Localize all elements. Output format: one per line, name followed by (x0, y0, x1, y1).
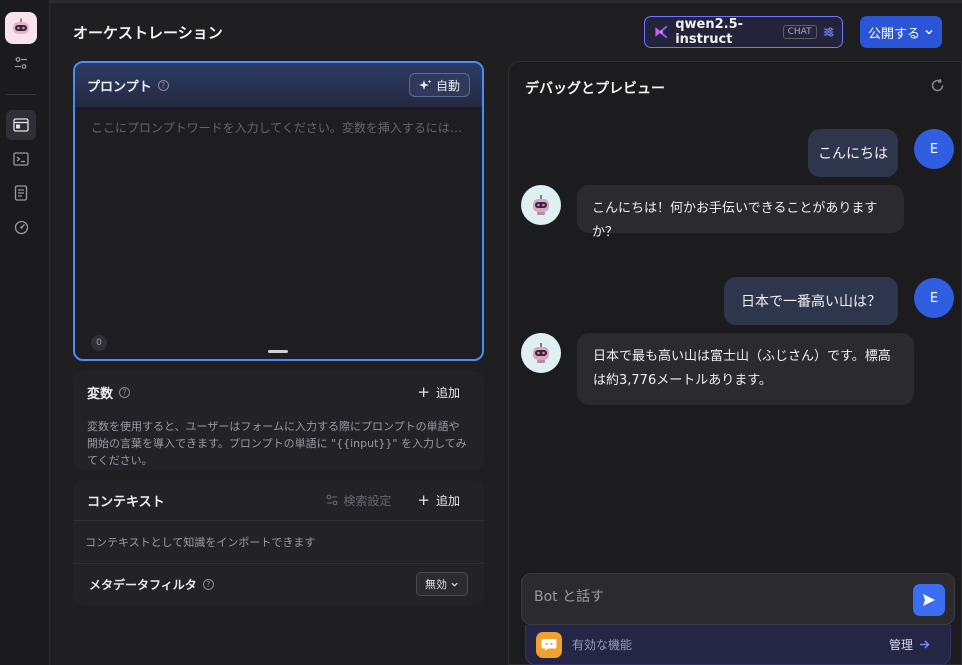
features-label: 有効な機能 (572, 638, 633, 652)
features-icon (536, 631, 562, 658)
chevron-down-icon (925, 30, 933, 35)
model-selector-button[interactable]: qwen2.5-instruct CHAT (644, 16, 843, 48)
metadata-filter-select[interactable]: 無効 (416, 572, 468, 596)
terminal-icon (13, 152, 29, 166)
robot-avatar-icon (533, 343, 549, 363)
prompt-editor-card: プロンプト ? 自動 ここにプロンプトワードを入力してください。変数を挿入するに… (73, 61, 484, 361)
model-provider-icon (655, 25, 668, 39)
message-text: 日本で一番高い山は？ (741, 294, 881, 310)
add-context-button[interactable]: + 追加 (417, 492, 460, 509)
model-name: qwen2.5-instruct (675, 17, 744, 47)
send-icon (923, 594, 935, 606)
debug-title: デバッグとプレビュー (525, 81, 665, 97)
metadata-filter-value: 無効 (425, 578, 447, 591)
left-sidebar (0, 0, 50, 665)
robot-avatar-icon (533, 195, 549, 215)
bot-message: 日本で最も高い山は富士山（ふじさん）です。標高は約3,776メートルあります。 (577, 333, 914, 405)
user-message: 日本で一番高い山は？ (724, 277, 898, 325)
document-list-icon (14, 185, 28, 201)
sidebar-item-api[interactable] (6, 144, 36, 174)
plus-icon: + (417, 383, 430, 401)
prompt-label: プロンプト (87, 79, 152, 95)
resize-handle[interactable] (268, 350, 288, 353)
refresh-icon (931, 78, 944, 92)
sidebar-divider (6, 94, 36, 95)
robot-logo-icon (13, 18, 29, 34)
sliders-icon (15, 57, 27, 69)
model-settings-icon[interactable] (823, 25, 834, 39)
send-button[interactable] (913, 584, 945, 616)
gauge-icon (14, 220, 28, 234)
message-text: こんにちは (818, 146, 888, 162)
bot-avatar (521, 333, 561, 373)
message-text: 日本で最も高い山は富士山（ふじさん）です。標高は約3,776メートルあります。 (593, 349, 891, 388)
retrieval-settings-label: 検索設定 (343, 493, 392, 508)
publish-label: 公開する (867, 26, 920, 42)
sidebar-item-orchestrate[interactable] (6, 110, 36, 140)
prompt-header: プロンプト ? 自動 (75, 63, 482, 107)
auto-label: 自動 (435, 78, 460, 93)
context-card: コンテキスト 検索設定 + 追加 コンテキストとして知識をインポートできます メ… (73, 480, 484, 605)
arrow-right-icon (920, 640, 930, 649)
context-description: コンテキストとして知識をインポートできます (73, 521, 484, 564)
help-icon[interactable]: ? (119, 387, 131, 398)
manage-label: 管理 (888, 638, 913, 652)
top-border (50, 0, 962, 3)
add-label: 追加 (435, 493, 460, 508)
settings-sliders-button[interactable] (6, 48, 36, 78)
sidebar-item-monitoring[interactable] (6, 212, 36, 242)
add-label: 追加 (435, 386, 460, 400)
restart-button[interactable] (930, 78, 945, 97)
publish-button[interactable]: 公開する (860, 16, 942, 48)
plus-icon: + (417, 490, 430, 509)
app-logo[interactable] (5, 12, 37, 44)
auto-generate-button[interactable]: 自動 (408, 73, 470, 97)
bot-avatar (521, 185, 561, 225)
model-mode-tag: CHAT (782, 25, 817, 39)
chat-input-box (521, 573, 955, 625)
chevron-down-icon (451, 582, 458, 587)
user-avatar: E (914, 278, 954, 318)
user-message: こんにちは (808, 129, 898, 177)
variables-description: 変数を使用すると、ユーザーはフォームに入力する際にプロンプトの単語や開始の言葉を… (87, 420, 467, 467)
bot-message: こんにちは！何かお手伝いできることがありますか？ (577, 185, 904, 240)
sparkle-icon (418, 79, 432, 90)
context-title: コンテキスト (87, 494, 165, 510)
page-title: オーケストレーション (73, 24, 223, 42)
char-count-badge: 0 (91, 335, 107, 351)
enabled-features-bar: 有効な機能 管理 (525, 625, 951, 665)
chat-bubble-icon (541, 638, 557, 651)
retrieval-settings-icon (327, 494, 338, 506)
help-icon[interactable]: ? (202, 578, 214, 590)
chat-input[interactable] (534, 589, 904, 605)
help-icon[interactable]: ? (157, 79, 169, 91)
sidebar-item-logs[interactable] (6, 178, 36, 208)
manage-features-link[interactable]: 管理 (889, 636, 930, 653)
add-variable-button[interactable]: + 追加 (417, 384, 460, 401)
variables-title: 変数 (87, 387, 114, 402)
metadata-filter-label: メタデータフィルタ (89, 577, 197, 592)
user-avatar: E (914, 129, 954, 169)
retrieval-settings-button[interactable]: 検索設定 (326, 492, 391, 509)
variables-card: 変数 ? + 追加 変数を使用すると、ユーザーはフォームに入力する際にプロンプト… (73, 371, 484, 470)
prompt-textarea[interactable]: ここにプロンプトワードを入力してください。変数を挿入するには「{」を、プロ... (75, 107, 482, 148)
window-icon (13, 118, 29, 132)
